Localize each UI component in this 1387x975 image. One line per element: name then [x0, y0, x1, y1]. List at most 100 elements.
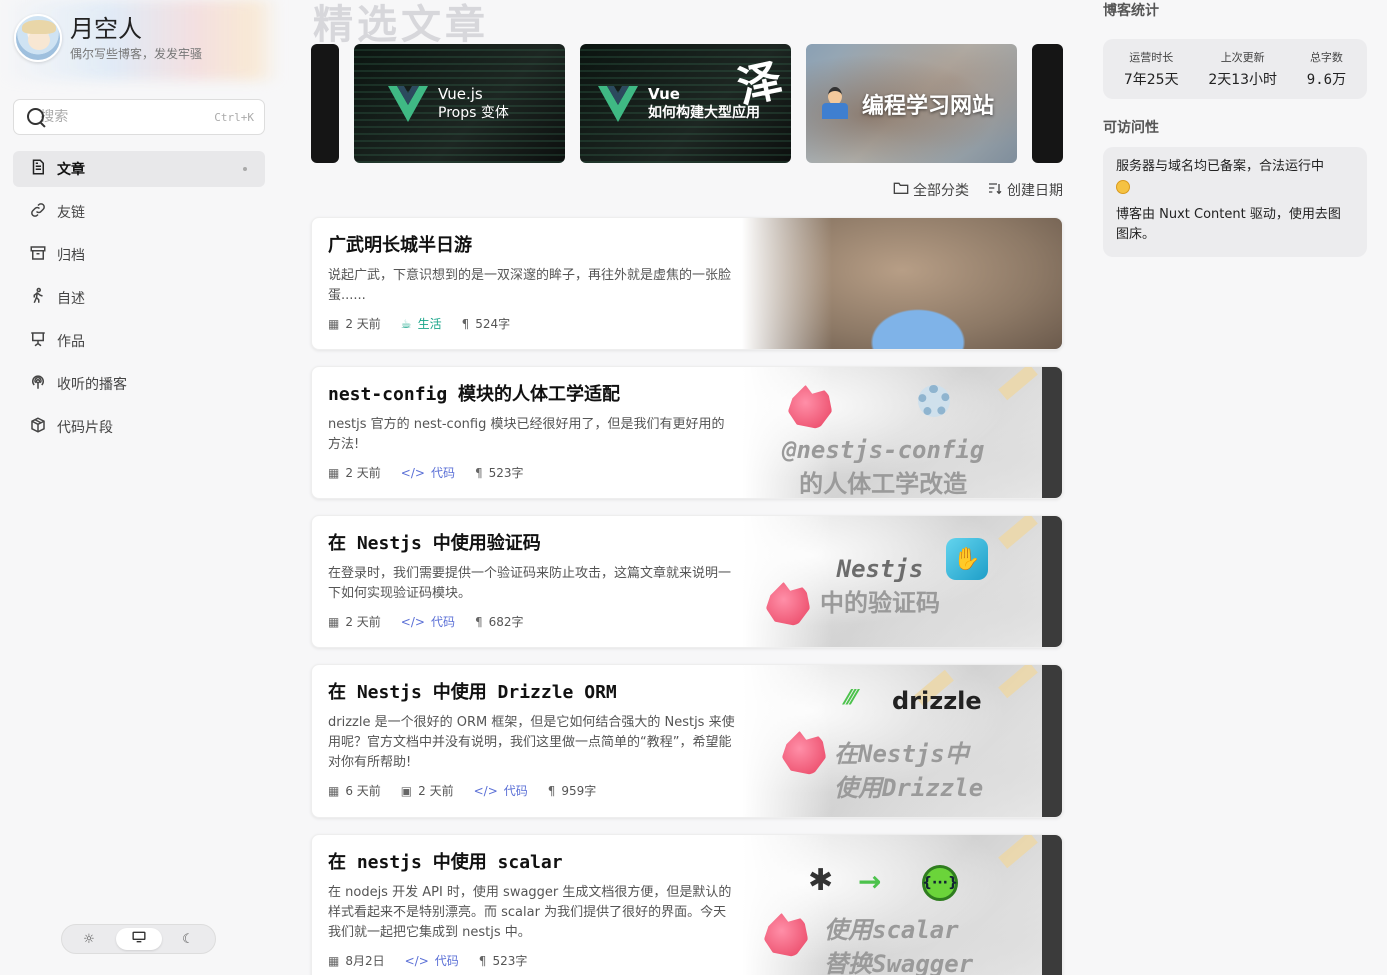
post-cover-image: ✋ Nestjs 中的验证码 — [742, 516, 1062, 647]
post-title[interactable]: nest-config 模块的人体工学适配 — [328, 383, 736, 407]
pilcrow-icon: ¶ — [474, 614, 483, 629]
smile-emoji-icon — [1116, 179, 1130, 194]
post-updated-date: ▣ 2 天前 — [401, 782, 454, 799]
post-meta: ▦ 2 天前 </> 代码 ¶ 682字 — [328, 613, 736, 630]
post-body: 在 Nestjs 中使用 Drizzle ORM drizzle 是一个很好的 … — [312, 665, 752, 813]
sidebar-item-snippets[interactable]: 代码片段 — [13, 409, 265, 445]
sort-filter-label: 创建日期 — [1007, 183, 1063, 199]
brand[interactable]: 月空人 偶尔写些博客，发发牢骚 — [14, 14, 202, 62]
pilcrow-icon: ¶ — [547, 783, 556, 798]
featured-slide-partial-right[interactable] — [1032, 44, 1063, 163]
post-category[interactable]: ☕ 生活 — [401, 315, 442, 332]
stat-label: 运营时长 — [1129, 51, 1174, 64]
scalar-logo-icon: ✱ — [808, 863, 834, 898]
avatar[interactable] — [14, 14, 62, 62]
post-category[interactable]: </> 代码 — [474, 782, 528, 799]
featured-slide-partial-left[interactable] — [311, 44, 339, 163]
code-icon: </> — [400, 465, 425, 480]
presentation-icon — [27, 330, 49, 352]
post-title[interactable]: 在 Nestjs 中使用 Drizzle ORM — [328, 681, 736, 705]
site-title: 月空人 — [70, 14, 142, 43]
post-card[interactable]: 广武明长城半日游 说起广武，下意识想到的是一双深邃的眸子，再往外就是虚焦的一张脸… — [311, 217, 1063, 350]
search-box[interactable]: Ctrl+K — [13, 99, 265, 135]
post-created-date: ▦ 8月2日 — [328, 952, 385, 969]
sidebar-item-label: 作品 — [57, 334, 85, 350]
featured-carousel[interactable]: Vue.js Props 变体 Vue 如何构建大型应用 泽 编程学习网站 — [311, 44, 1063, 163]
accessibility-line: 服务器与域名均已备案，合法运行中 — [1116, 157, 1353, 197]
sidebar-item-about[interactable]: 自述 — [13, 280, 265, 316]
slide-caption-line: Props 变体 — [438, 104, 509, 121]
sidebar-item-articles[interactable]: 文章 — [13, 151, 265, 187]
vue-logo-icon — [598, 85, 638, 122]
sidebar-item-label: 自述 — [57, 291, 85, 307]
sidebar-item-works[interactable]: 作品 — [13, 323, 265, 359]
slide-caption: 编程学习网站 — [862, 93, 995, 119]
walk-icon — [27, 287, 49, 309]
post-description: 说起广武，下意识想到的是一双深邃的眸子，再往外就是虚焦的一张脸蛋...... — [328, 268, 732, 303]
meta-value: 代码 — [434, 954, 459, 968]
theme-light-button[interactable]: ☼ — [66, 928, 112, 950]
nestjs-logo-icon — [782, 731, 826, 775]
accessibility-line: 博客由 Nuxt Content 驱动，使用去图图床。 — [1116, 207, 1341, 242]
post-card[interactable]: 在 Nestjs 中使用 Drizzle ORM drizzle 是一个很好的 … — [311, 664, 1063, 818]
nestjs-logo-icon — [764, 913, 808, 957]
stats-heading: 博客统计 — [1103, 3, 1159, 19]
theme-dark-button[interactable]: ☾ — [165, 928, 211, 950]
post-description: 在登录时，我们需要提供一个验证码来防止攻击，这篇文章就来说明一下如何实现验证码模… — [328, 566, 732, 601]
site-subtitle: 偶尔写些博客，发发牢骚 — [70, 46, 203, 61]
accessibility-info: 服务器与域名均已备案，合法运行中 博客由 Nuxt Content 驱动，使用去… — [1103, 147, 1367, 257]
post-cover-image: ✱ → {···} 使用scalar 替换Swagger — [742, 835, 1062, 975]
meta-value: 2 天前 — [345, 615, 381, 629]
meta-value: 6 天前 — [345, 784, 381, 798]
post-card[interactable]: 在 Nestjs 中使用验证码 在登录时，我们需要提供一个验证码来防止攻击，这篇… — [311, 515, 1063, 648]
sidebar-item-podcasts[interactable]: 收听的播客 — [13, 366, 265, 402]
featured-slide[interactable]: 编程学习网站 — [806, 44, 1017, 163]
cover-title-line: 使用Drizzle — [834, 774, 984, 802]
post-title[interactable]: 广武明长城半日游 — [328, 234, 736, 258]
post-description: nestjs 官方的 nest-config 模块已经很好用了，但是我们有更好用… — [328, 417, 725, 452]
package-icon — [27, 416, 49, 438]
cover-title-line: @nestjs-config — [782, 436, 985, 464]
post-category[interactable]: </> 代码 — [405, 952, 459, 969]
category-filter[interactable]: 全部分类 — [893, 180, 969, 200]
sidebar-item-label: 代码片段 — [57, 420, 113, 436]
meta-value: 代码 — [430, 466, 455, 480]
sidebar-item-archive[interactable]: 归档 — [13, 237, 265, 273]
stat-value: 2天13小时 — [1208, 72, 1278, 88]
calendar-icon: ▦ — [328, 316, 340, 331]
meta-value: 代码 — [430, 615, 455, 629]
post-card[interactable]: 在 nestjs 中使用 scalar 在 nodejs 开发 API 时，使用… — [311, 834, 1063, 975]
slide-caption: Vue.js Props 变体 — [438, 85, 509, 123]
code-icon: </> — [404, 953, 429, 968]
right-panel: 博客统计 运营时长 7年25天 上次更新 2天13小时 总字数 9.6万 可访问… — [1103, 0, 1367, 257]
post-title[interactable]: 在 nestjs 中使用 scalar — [328, 851, 736, 875]
blog-stats: 运营时长 7年25天 上次更新 2天13小时 总字数 9.6万 — [1103, 39, 1367, 99]
stat-label: 上次更新 — [1220, 51, 1265, 64]
code-icon: </> — [473, 783, 498, 798]
sort-filter[interactable]: 创建日期 — [987, 180, 1063, 200]
active-indicator — [243, 167, 247, 171]
link-icon — [27, 201, 49, 223]
search-icon — [26, 107, 46, 127]
sidebar-item-links[interactable]: 友链 — [13, 194, 265, 230]
sidebar: 月空人 偶尔写些博客，发发牢骚 Ctrl+K 文章 友链 归档 — [0, 0, 280, 975]
featured-slide[interactable]: Vue 如何构建大型应用 泽 — [580, 44, 791, 163]
search-input[interactable] — [40, 109, 215, 125]
post-card[interactable]: nest-config 模块的人体工学适配 nestjs 官方的 nest-co… — [311, 366, 1063, 499]
tape-decoration — [998, 665, 1038, 699]
drizzle-logo: drizzle — [892, 687, 982, 715]
post-category[interactable]: </> 代码 — [401, 613, 455, 630]
stat-label: 总字数 — [1309, 51, 1343, 64]
post-title[interactable]: 在 Nestjs 中使用验证码 — [328, 532, 736, 556]
post-filters: 全部分类 创建日期 — [893, 180, 1063, 200]
featured-slide[interactable]: Vue.js Props 变体 — [354, 44, 565, 163]
hand-wave-icon: ✋ — [946, 538, 988, 580]
meta-value: 524字 — [475, 317, 511, 331]
meta-value: 代码 — [503, 784, 528, 798]
monitor-icon — [131, 931, 146, 947]
cover-title: Nestjs 中的验证码 — [820, 552, 940, 620]
theme-system-button[interactable] — [115, 928, 162, 950]
search-shortcut: Ctrl+K — [214, 110, 254, 124]
post-category[interactable]: </> 代码 — [401, 464, 455, 481]
arrow-right-icon: → — [858, 865, 882, 898]
